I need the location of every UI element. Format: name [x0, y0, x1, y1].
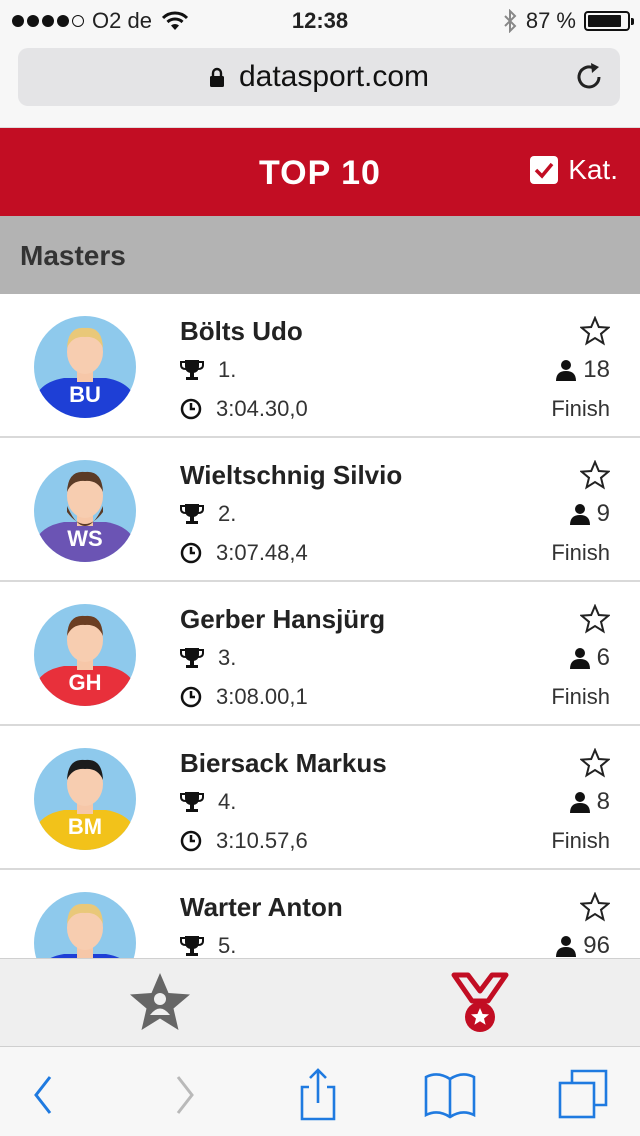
bib-line: 96 — [555, 932, 610, 958]
athlete-avatar: BM — [34, 748, 136, 850]
section-header: Masters — [0, 216, 640, 294]
person-icon — [556, 360, 577, 381]
star-icon[interactable] — [580, 748, 610, 778]
athlete-name: Wieltschnig Silvio — [180, 460, 403, 490]
athlete-rank: 4. — [218, 789, 237, 814]
reload-icon[interactable] — [572, 60, 606, 94]
athlete-initials: GH — [68, 670, 102, 695]
trophy-icon — [180, 936, 204, 956]
person-icon — [556, 936, 577, 957]
athlete-row[interactable]: BU Bölts Udo 1. 3:04.30,0 18 Finish — [0, 294, 640, 438]
athlete-avatar: WS — [34, 460, 136, 562]
clock-icon — [180, 830, 202, 852]
bib-line: 9 — [569, 500, 610, 528]
athlete-rank: 1. — [218, 357, 237, 382]
athlete-status: Finish — [551, 684, 610, 709]
athlete-avatar: BU — [34, 316, 136, 418]
medal-tab-icon[interactable] — [446, 969, 514, 1037]
checkbox-icon[interactable] — [530, 156, 559, 184]
athlete-rank: 3. — [218, 645, 237, 670]
clock-icon — [180, 398, 202, 420]
time-line: 3:10.57,6 — [180, 828, 308, 854]
clock-icon — [180, 686, 202, 708]
person-icon — [569, 792, 590, 813]
athlete-avatar — [34, 892, 136, 958]
athlete-status: Finish — [551, 396, 610, 421]
category-toggle[interactable]: Kat. — [530, 154, 618, 186]
time-line: 3:04.30,0 — [180, 396, 308, 422]
athlete-bib: 18 — [583, 356, 610, 383]
athlete-bib: 96 — [583, 932, 610, 958]
trophy-icon — [180, 504, 204, 524]
rank-line: 5. — [180, 933, 236, 958]
star-icon[interactable] — [580, 460, 610, 490]
person-icon — [569, 504, 590, 525]
page-header: TOP 10 Kat. — [0, 128, 640, 216]
athlete-row[interactable]: WS Wieltschnig Silvio 2. 3:07.48,4 9 Fin… — [0, 438, 640, 582]
bib-line: 18 — [555, 356, 610, 384]
star-icon[interactable] — [580, 892, 610, 922]
star-icon[interactable] — [580, 604, 610, 634]
avatar-illustration — [34, 892, 136, 958]
clock-icon — [180, 542, 202, 564]
bluetooth-icon — [504, 9, 517, 33]
athlete-initials: BU — [69, 382, 101, 407]
athlete-time: 3:10.57,6 — [216, 828, 308, 853]
time-line: 3:07.48,4 — [180, 540, 308, 566]
athlete-initials: BM — [67, 814, 103, 839]
results-list: BU Bölts Udo 1. 3:04.30,0 18 Finish WS W… — [0, 294, 640, 958]
athlete-name: Gerber Hansjürg — [180, 604, 386, 634]
athlete-name: Warter Anton — [180, 892, 343, 922]
rank-line: 1. — [180, 357, 236, 383]
athlete-row[interactable]: GH Gerber Hansjürg 3. 3:08.00,1 6 Finish — [0, 582, 640, 726]
tabs-icon[interactable] — [556, 1067, 612, 1123]
athlete-rank: 2. — [218, 501, 237, 526]
athlete-bib: 6 — [596, 644, 610, 671]
athlete-name: Bölts Udo — [180, 316, 303, 346]
athlete-row[interactable]: BM Biersack Markus 4. 3:10.57,6 8 Finish — [0, 726, 640, 870]
athlete-rank: 5. — [218, 933, 237, 958]
forward-icon[interactable] — [156, 1067, 212, 1123]
star-icon[interactable] — [580, 316, 610, 346]
favorites-tab-icon[interactable] — [126, 969, 194, 1037]
bookmarks-icon[interactable] — [422, 1067, 478, 1123]
athlete-time: 3:04.30,0 — [216, 396, 308, 421]
battery-level — [588, 15, 622, 27]
athlete-initials: WS — [67, 526, 103, 551]
athlete-row[interactable]: Warter Anton 5. 96 — [0, 870, 640, 958]
athlete-time: 3:08.00,1 — [216, 684, 308, 709]
athlete-bib: 8 — [596, 788, 610, 815]
app-tab-bar — [0, 958, 640, 1046]
bib-line: 6 — [569, 644, 610, 672]
browser-address-area: datasport.com — [0, 42, 640, 128]
category-label: Kat. — [568, 154, 618, 185]
lock-icon — [209, 67, 224, 87]
address-bar[interactable]: datasport.com — [18, 48, 620, 106]
status-bar: O2 de 12:38 87 % — [0, 0, 640, 42]
rank-line: 3. — [180, 645, 236, 671]
rank-line: 2. — [180, 501, 236, 527]
status-right: 87 % — [502, 8, 634, 34]
athlete-avatar: GH — [34, 604, 136, 706]
person-icon — [569, 648, 590, 669]
athlete-time: 3:07.48,4 — [216, 540, 308, 565]
bib-line: 8 — [569, 788, 610, 816]
rank-line: 4. — [180, 789, 236, 815]
trophy-icon — [180, 792, 204, 812]
browser-toolbar — [0, 1046, 640, 1136]
athlete-bib: 9 — [596, 500, 610, 527]
athlete-status: Finish — [551, 828, 610, 853]
battery-percent: 87 % — [525, 8, 576, 33]
battery-icon — [584, 11, 634, 31]
trophy-icon — [180, 648, 204, 668]
section-title: Masters — [20, 240, 126, 271]
trophy-icon — [180, 360, 204, 380]
time-line: 3:08.00,1 — [180, 684, 308, 710]
share-icon[interactable] — [290, 1067, 346, 1123]
athlete-name: Biersack Markus — [180, 748, 387, 778]
back-icon[interactable] — [16, 1067, 72, 1123]
url-text: datasport.com — [238, 60, 430, 93]
athlete-status: Finish — [551, 540, 610, 565]
